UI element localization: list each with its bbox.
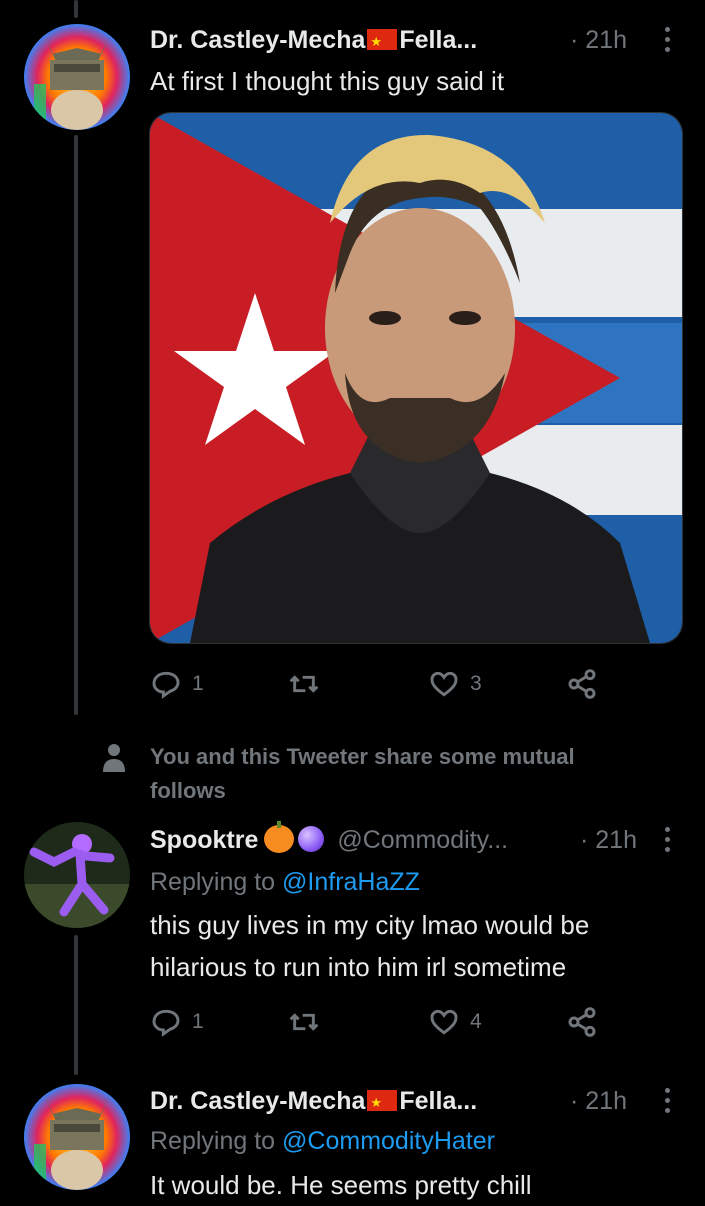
tweet-header: Dr. Castley-Mecha Fella... [150, 1085, 477, 1119]
share-button[interactable] [566, 664, 598, 704]
replying-to: Replying to @CommodityHater [150, 1125, 495, 1157]
notice-line-2: follows [150, 778, 226, 803]
thread-line [74, 0, 78, 18]
like-count: 3 [470, 672, 482, 695]
replying-to-link[interactable]: @CommodityHater [282, 1127, 495, 1155]
tweet-header: Dr. Castley-Mecha Fella... [150, 24, 477, 58]
avatar[interactable] [24, 24, 130, 130]
more-icon[interactable] [664, 827, 672, 857]
tweet-text-line-2: hilarious to run into him irl sometime [150, 952, 567, 982]
replying-to-label: Replying to [150, 1127, 276, 1155]
tweet-text: this guy lives in my city lmao would be … [150, 904, 589, 988]
china-flag-icon [367, 26, 398, 58]
retweet-button[interactable] [288, 664, 320, 704]
timestamp[interactable]: · 21h [570, 1085, 627, 1117]
timestamp[interactable]: · 21h [580, 824, 637, 856]
replying-to-label: Replying to [150, 868, 276, 896]
crystal-ball-icon [298, 826, 325, 852]
author-name[interactable]: Spooktre [150, 826, 258, 854]
share-icon [568, 1007, 596, 1037]
retweet-button[interactable] [288, 1002, 320, 1042]
tweet-text: At first I thought this guy said it [150, 66, 505, 96]
reply-icon [152, 1009, 180, 1037]
tweet-actions: 1 4 [150, 1002, 610, 1042]
china-flag-icon [367, 1087, 398, 1119]
mutual-follows-notice: You and this Tweeter share some mutual f… [150, 740, 575, 808]
retweet-icon [289, 675, 319, 693]
tweet-image[interactable] [149, 112, 683, 644]
share-icon [568, 669, 596, 699]
reply-button[interactable]: 1 [150, 664, 204, 704]
tweet-actions: 1 3 [150, 664, 610, 704]
avatar[interactable] [24, 1084, 130, 1190]
reply-count: 1 [192, 672, 204, 695]
tweet-header: Spooktre @Commodity... [150, 821, 508, 856]
replying-to: Replying to @InfraHaZZ [150, 866, 420, 898]
like-icon [430, 1009, 458, 1035]
reply-icon [152, 671, 180, 699]
reply-count: 1 [192, 1010, 204, 1033]
pumpkin-icon [264, 821, 295, 853]
author-name-suffix[interactable]: Fella... [399, 26, 477, 54]
author-name[interactable]: Dr. Castley-Mecha [150, 1087, 365, 1115]
like-icon [430, 671, 458, 697]
tweet-text-line-1: this guy lives in my city lmao would be [150, 910, 590, 940]
person-icon [103, 744, 125, 772]
more-icon[interactable] [664, 27, 672, 57]
like-button[interactable]: 3 [428, 664, 482, 704]
notice-line-1: You and this Tweeter share some mutual [150, 744, 575, 769]
author-handle[interactable]: @Commodity... [337, 826, 508, 854]
reply-button[interactable]: 1 [150, 1002, 204, 1042]
thread-line [74, 935, 78, 1075]
retweet-icon [289, 1013, 319, 1031]
timestamp[interactable]: · 21h [570, 24, 627, 56]
like-count: 4 [470, 1010, 482, 1033]
author-name[interactable]: Dr. Castley-Mecha [150, 26, 365, 54]
replying-to-link[interactable]: @InfraHaZZ [282, 868, 420, 896]
thread-line [74, 135, 78, 715]
avatar[interactable] [24, 822, 130, 928]
author-name-suffix[interactable]: Fella... [399, 1087, 477, 1115]
more-icon[interactable] [664, 1088, 672, 1118]
like-button[interactable]: 4 [428, 1002, 482, 1042]
share-button[interactable] [566, 1002, 598, 1042]
